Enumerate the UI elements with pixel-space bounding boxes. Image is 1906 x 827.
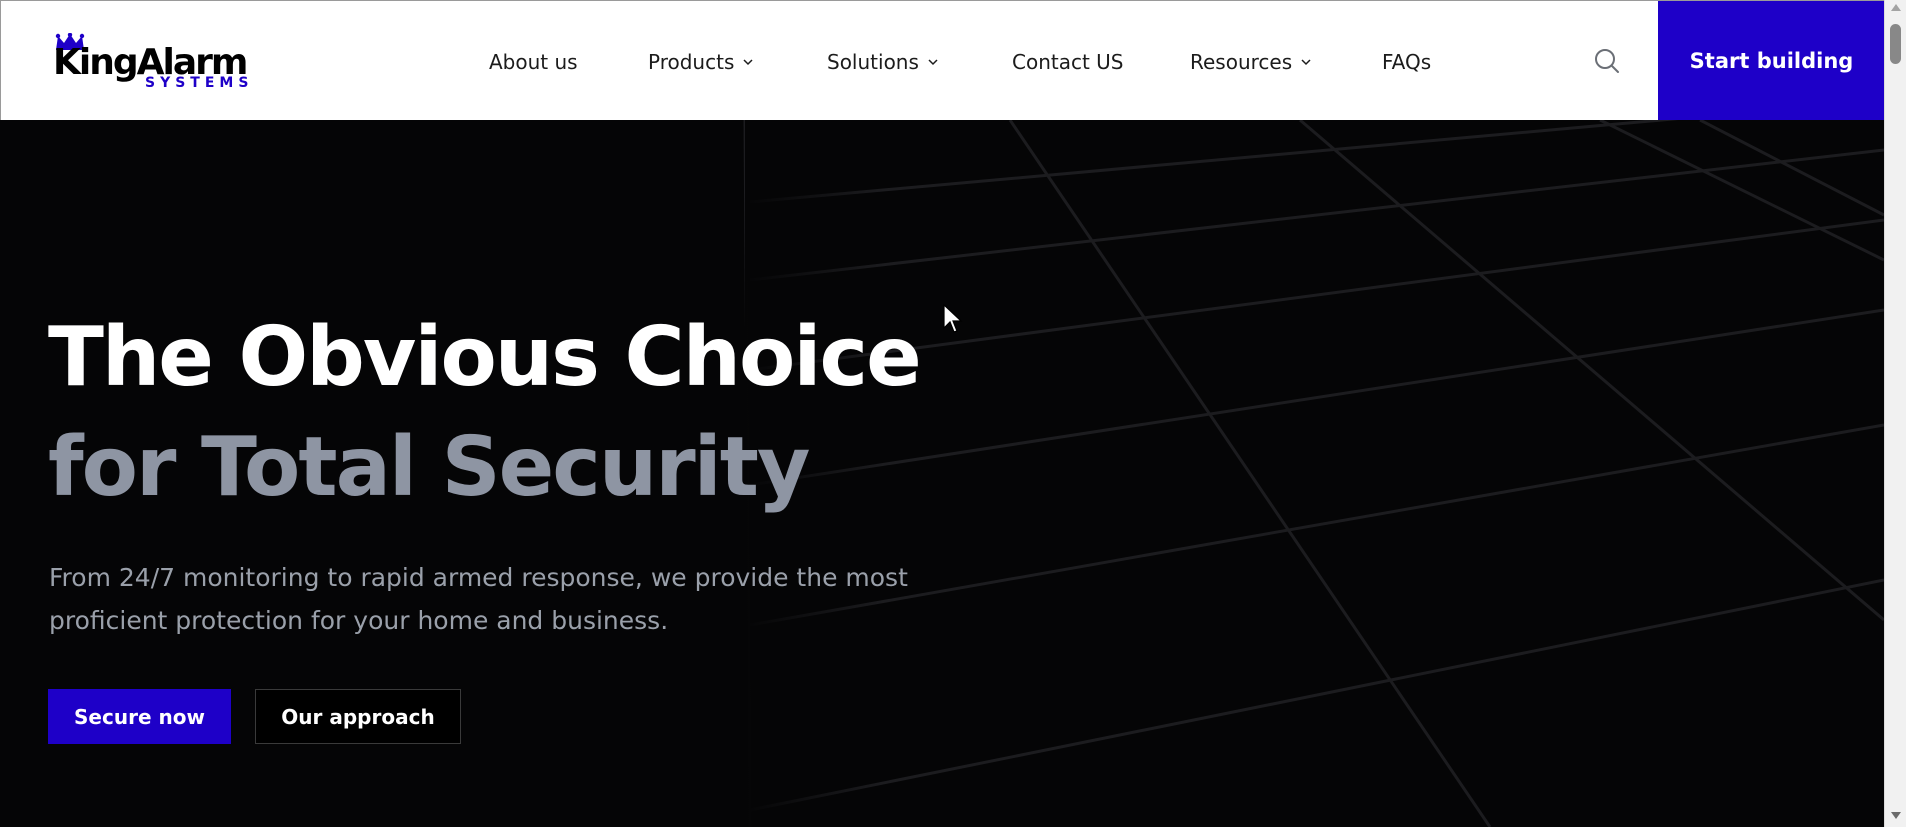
page: KingAlarm SYSTEMS About us Products Solu… bbox=[0, 0, 1884, 827]
start-building-button[interactable]: Start building bbox=[1658, 1, 1884, 121]
hero-description: From 24/7 monitoring to rapid armed resp… bbox=[49, 563, 908, 635]
vertical-scrollbar[interactable] bbox=[1884, 0, 1906, 827]
nav-item-label: Contact US bbox=[1012, 50, 1124, 74]
chevron-down-icon bbox=[928, 59, 938, 66]
nav-item-products[interactable]: Products bbox=[648, 48, 754, 76]
nav-item-contact-us[interactable]: Contact US bbox=[1012, 48, 1124, 76]
our-approach-button[interactable]: Our approach bbox=[255, 689, 461, 744]
hero-headline-secondary: for Total Security bbox=[48, 420, 810, 515]
mouse-cursor-icon bbox=[943, 304, 963, 333]
nav-item-label: Products bbox=[648, 50, 735, 74]
search-icon[interactable] bbox=[1593, 47, 1621, 75]
scrollbar-thumb[interactable] bbox=[1890, 24, 1901, 64]
nav-item-label: FAQs bbox=[1382, 50, 1432, 74]
site-header: KingAlarm SYSTEMS About us Products Solu… bbox=[0, 0, 1884, 121]
hero-section: The Obvious Choice for Total Security Fr… bbox=[0, 120, 1884, 827]
nav-item-label: Solutions bbox=[827, 50, 919, 74]
scroll-up-icon[interactable] bbox=[1891, 4, 1901, 11]
secure-now-button[interactable]: Secure now bbox=[48, 689, 231, 744]
chevron-down-icon bbox=[743, 59, 753, 66]
hero-headline: The Obvious Choice bbox=[48, 310, 922, 405]
nav-item-label: Resources bbox=[1190, 50, 1293, 74]
scroll-down-icon[interactable] bbox=[1891, 812, 1901, 819]
nav-item-faqs[interactable]: FAQs bbox=[1382, 48, 1431, 76]
nav-item-resources[interactable]: Resources bbox=[1190, 48, 1312, 76]
nav-item-about-us[interactable]: About us bbox=[489, 48, 578, 76]
nav-item-label: About us bbox=[489, 50, 578, 74]
chevron-down-icon bbox=[1301, 59, 1311, 66]
nav-item-solutions[interactable]: Solutions bbox=[827, 48, 939, 76]
